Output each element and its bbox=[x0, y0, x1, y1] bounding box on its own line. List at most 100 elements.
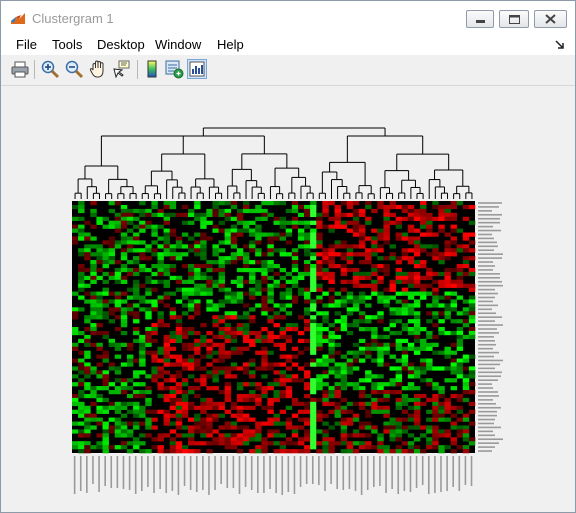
heatmap-cell bbox=[328, 256, 335, 261]
heatmap-cell bbox=[108, 252, 116, 257]
heatmap-cell bbox=[261, 390, 268, 395]
heatmap-cell bbox=[401, 256, 409, 261]
heatmap-cell bbox=[194, 417, 201, 422]
heatmap-cell bbox=[352, 323, 360, 328]
heatmap-cell bbox=[157, 244, 164, 249]
heatmap-cell bbox=[90, 393, 97, 399]
heatmap-cell bbox=[420, 449, 427, 454]
heatmap-cell bbox=[230, 366, 238, 371]
heatmap-cell bbox=[218, 208, 225, 214]
heatmap-cell bbox=[212, 279, 219, 284]
heatmap-cell bbox=[120, 315, 128, 320]
heatmap-cell bbox=[84, 327, 91, 332]
heatmap-cell bbox=[78, 295, 85, 300]
heatmap-cell bbox=[218, 354, 225, 359]
heatmap-cell bbox=[96, 354, 103, 359]
heatmap-cell bbox=[426, 409, 433, 414]
dock-arrow-icon[interactable] bbox=[554, 38, 566, 50]
heatmap-cell bbox=[297, 212, 305, 218]
heatmap-cell bbox=[194, 362, 201, 367]
heatmap-cell bbox=[395, 216, 403, 221]
heatmap-cell bbox=[242, 338, 250, 344]
heatmap-cell bbox=[444, 354, 451, 359]
heatmap-cell bbox=[114, 405, 122, 410]
heatmap-cell bbox=[139, 334, 146, 340]
heatmap-cell bbox=[200, 275, 207, 281]
heatmap-cell bbox=[261, 271, 268, 277]
pan-button[interactable] bbox=[88, 59, 108, 79]
heatmap-cell bbox=[96, 299, 103, 304]
heatmap-cell bbox=[242, 425, 250, 430]
data-cursor-button[interactable] bbox=[111, 59, 131, 79]
heatmap-cell bbox=[316, 299, 323, 304]
heatmap-cell bbox=[133, 358, 140, 363]
heatmap-cell bbox=[169, 374, 177, 379]
print-button[interactable] bbox=[10, 59, 30, 79]
heatmap-cell bbox=[358, 212, 366, 218]
heatmap-cell bbox=[328, 260, 335, 265]
menu-file[interactable]: File bbox=[16, 37, 37, 52]
heatmap-cell bbox=[346, 279, 354, 284]
heatmap-cell bbox=[242, 279, 250, 284]
zoom-out-button[interactable] bbox=[64, 59, 84, 79]
export-to-workspace-button[interactable] bbox=[187, 59, 207, 79]
heatmap-cell bbox=[432, 295, 439, 300]
heatmap-cell bbox=[108, 319, 116, 324]
heatmap-cell bbox=[432, 437, 439, 442]
menu-window[interactable]: Window bbox=[155, 37, 201, 52]
heatmap-cell bbox=[462, 449, 470, 454]
heatmap-cell bbox=[456, 228, 464, 233]
heatmap-cell bbox=[383, 350, 390, 355]
heatmap-cell bbox=[462, 260, 470, 265]
heatmap-cell bbox=[279, 374, 287, 379]
column-label-mark bbox=[421, 456, 424, 485]
heatmap-cell bbox=[340, 240, 348, 245]
menu-desktop[interactable]: Desktop bbox=[97, 37, 145, 52]
heatmap-cell bbox=[151, 323, 158, 328]
heatmap-cell bbox=[444, 267, 451, 273]
heatmap-cell bbox=[310, 397, 317, 403]
heatmap-cell bbox=[230, 228, 238, 233]
zoom-in-button[interactable] bbox=[40, 59, 60, 79]
minimize-button[interactable] bbox=[466, 10, 494, 28]
heatmap-cell bbox=[120, 429, 128, 434]
heatmap-cell bbox=[328, 358, 335, 363]
heatmap-cell bbox=[389, 295, 396, 300]
title-bar[interactable]: Clustergram 1 bbox=[1, 1, 575, 33]
heatmap-cell bbox=[383, 327, 390, 332]
heatmap-cell bbox=[194, 248, 201, 253]
heatmap-cell bbox=[224, 437, 232, 442]
heatmap-cell bbox=[145, 449, 152, 454]
heatmap-cell bbox=[438, 208, 445, 214]
heatmap-cell bbox=[365, 271, 372, 277]
heatmap-cell bbox=[230, 346, 238, 351]
heatmap-cell bbox=[401, 311, 409, 316]
colorbar-button[interactable] bbox=[142, 59, 162, 79]
heatmap-cell bbox=[371, 445, 378, 450]
heatmap-cell bbox=[212, 378, 219, 383]
heatmap-cell bbox=[188, 401, 195, 407]
heatmap-cell bbox=[218, 346, 225, 351]
heatmap-cell bbox=[242, 382, 250, 387]
heatmap-cell bbox=[145, 291, 152, 296]
heatmap-cell bbox=[334, 299, 341, 304]
dendrogram-color-button[interactable] bbox=[164, 59, 184, 79]
heatmap-cell bbox=[389, 437, 396, 442]
heatmap-cell bbox=[261, 358, 268, 363]
heatmap-cell bbox=[206, 330, 213, 336]
heatmap-cell bbox=[450, 299, 457, 304]
close-button[interactable] bbox=[534, 10, 567, 28]
heatmap-cell bbox=[206, 264, 213, 269]
heatmap-cell bbox=[90, 236, 97, 241]
heatmap-cell bbox=[273, 232, 280, 237]
row-label-mark bbox=[478, 442, 499, 444]
heatmap-cell bbox=[139, 248, 146, 253]
heatmap-cell bbox=[328, 201, 335, 206]
maximize-button[interactable] bbox=[499, 10, 529, 28]
menu-tools[interactable]: Tools bbox=[52, 37, 82, 52]
column-label-mark bbox=[293, 456, 296, 494]
heatmap-cell bbox=[304, 212, 311, 218]
heatmap-cell bbox=[310, 378, 317, 383]
menu-help[interactable]: Help bbox=[217, 37, 244, 52]
heatmap-cell bbox=[377, 445, 384, 450]
